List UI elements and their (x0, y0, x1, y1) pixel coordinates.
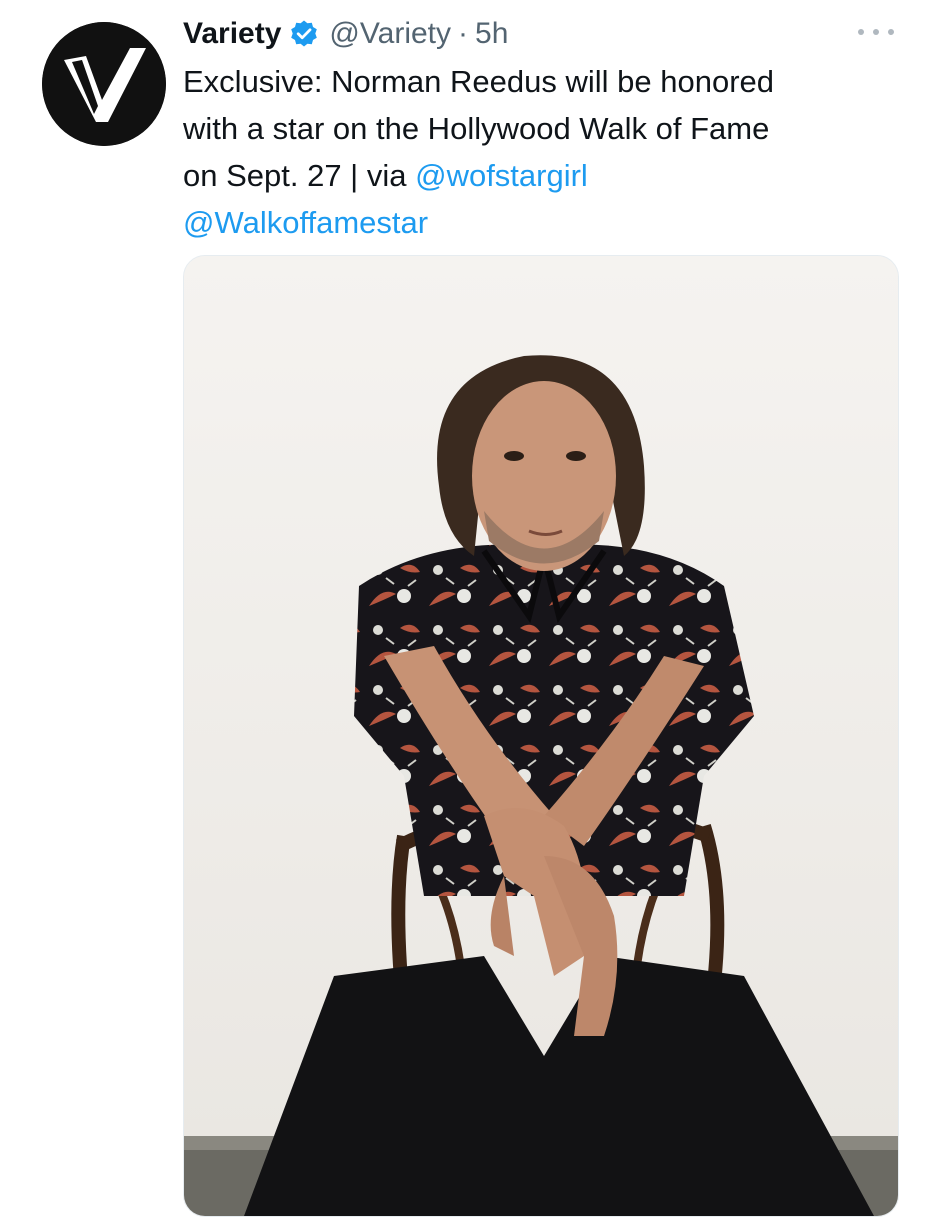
tweet-text-line: on Sept. 27 | via @wofstargirl (183, 152, 883, 199)
tweet-text-line: with a star on the Hollywood Walk of Fam… (183, 111, 770, 146)
tweet-text: Exclusive: Norman Reedus will be honored… (183, 58, 883, 246)
tweet-text-line: @Walkoffamestar (183, 199, 883, 246)
more-dot-icon (873, 29, 879, 35)
tweet-text-segment: on Sept. 27 | via (183, 158, 416, 193)
more-dot-icon (858, 29, 864, 35)
separator-dot: · (458, 17, 469, 50)
more-options-icon[interactable] (858, 20, 894, 44)
mention-link[interactable]: @wofstargirl (415, 158, 588, 193)
display-name[interactable]: Variety (183, 17, 281, 51)
variety-logo-icon[interactable] (42, 22, 166, 146)
tweet-photo[interactable] (183, 255, 899, 1217)
mention-link[interactable]: @Walkoffamestar (183, 205, 428, 240)
timestamp[interactable]: 5h (475, 17, 508, 51)
verified-badge-icon (289, 19, 319, 49)
more-dot-icon (888, 29, 894, 35)
tweet-header: Variety @Variety · 5h (183, 12, 508, 56)
tweet[interactable]: Variety @Variety · 5h Exclusive: Norman … (0, 0, 940, 1217)
user-handle[interactable]: @Variety (329, 17, 451, 51)
tweet-text-line: Exclusive: Norman Reedus will be honored (183, 64, 775, 99)
